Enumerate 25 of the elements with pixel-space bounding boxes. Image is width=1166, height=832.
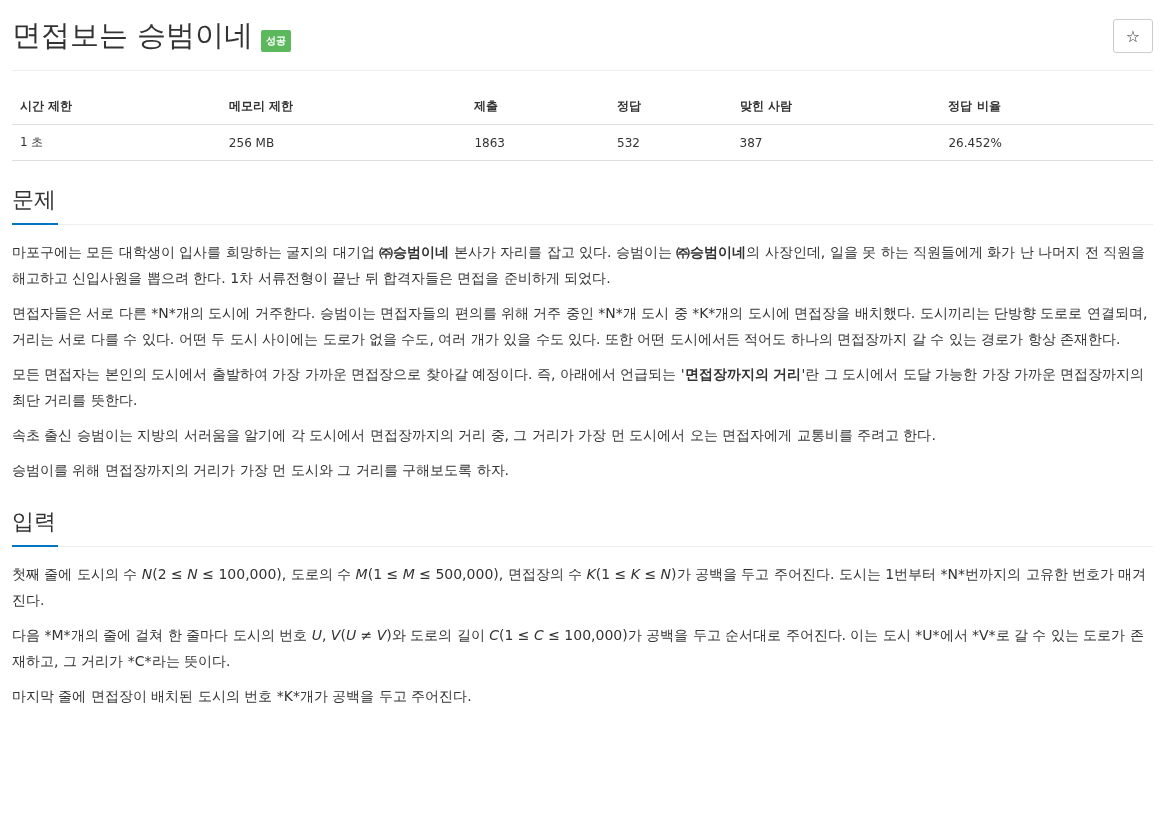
paragraph: 승범이를 위해 면접장까지의 거리가 가장 먼 도시와 그 거리를 구해보도록 하자.: [12, 461, 510, 480]
column-header: 정답 비율: [940, 89, 1153, 125]
paragraph: 속초 출신 승범이는 지방의 서러움을 알기에 각 도시에서 면접장까지의 거리 중, 그 거리가 가장 먼 도시에서 오는 면접자에게 교통비를 주려고 한다.: [12, 426, 937, 445]
paragraph: 마포구에는 모든 대학생이 입사를 희망하는 굴지의 대기업 ㈜승범이네 본사가 자리를 잡고 있다. 승범이는 ㈜승범이네의 사장인데, 일을 못 하는 직원들에게 화가 난 나머지 전 직원을 해고하고 신입사원을 뽑으려 한다. 1차 서류전형이 끝난 뒤 합격자들은 면접을 준비하게 되었다.: [12, 243, 1147, 288]
table-cell: 387: [731, 124, 941, 161]
column-header: 맞힌 사람: [731, 89, 941, 125]
paragraph: 마지막 줄에 면접장이 배치된 도시의 번호 *K*개가 공백을 두고 주어진다.: [12, 687, 473, 706]
column-header: 제출: [466, 89, 610, 125]
table-cell: 256 MB: [220, 124, 467, 161]
table-cell: 1 초: [12, 124, 221, 161]
table-cell: 532: [609, 124, 732, 161]
table-cell: 1863: [466, 124, 610, 161]
paragraph: 면접자들은 서로 다른 *N*개의 도시에 거주한다. 승범이는 면접자들의 편의를 위해 거주 중인 *N*개 도시 중 *K*개의 도시에 면접장을 배치했다. 도시끼리는 단방향 도로로 연결되며, 거리는 서로 다를 수 있다. 어떤 두 도시 사이에는 도로가 없을 수도, 여러 개가 있을 수도 있다. 또한 어떤 도시에서든 적어도 하나의 면접장까지 갈 수 있는 경로가 항상 존재한다.: [12, 304, 1149, 349]
column-header: 메모리 제한: [220, 89, 467, 125]
paragraph: 다음 *M*개의 줄에 걸쳐 한 줄마다 도시의 번호 U, V(U ≠ V)와 도로의 길이 C(1 ≤ C ≤ 100,000)가 공백을 두고 순서대로 주어진다. 이는 도시 *U*에서 *V*로 갈 수 있는 도로가 존재하고, 그 거리가 *C*라는 뜻이다.: [12, 626, 1145, 671]
status-badge: 성공: [261, 30, 292, 52]
paragraph: 모든 면접자는 본인의 도시에서 출발하여 가장 가까운 면접장으로 찾아갈 예정이다. 즉, 아래에서 언급되는 '면접장까지의 거리'란 그 도시에서 도달 가능한 가장 가까운 면접장까지의 최단 거리를 뜻한다.: [12, 365, 1146, 410]
section-heading: 문제: [12, 177, 58, 225]
paragraph: 첫째 줄에 도시의 수 N(2 ≤ N ≤ 100,000), 도로의 수 M(1 ≤ M ≤ 500,000), 면접장의 수 K(1 ≤ K ≤ N)가 공백을 두고 주어진다. 도시는 1번부터 *N*번까지의 고유한 번호가 매겨진다.: [12, 565, 1148, 610]
problem-title: 면접보는 승범이네: [12, 17, 254, 54]
column-header: 정답: [609, 89, 732, 125]
table-cell: 26.452%: [940, 124, 1153, 161]
column-header: 시간 제한: [12, 89, 221, 125]
star-button[interactable]: ☆: [1113, 19, 1153, 53]
section-heading: 입력: [12, 499, 58, 547]
